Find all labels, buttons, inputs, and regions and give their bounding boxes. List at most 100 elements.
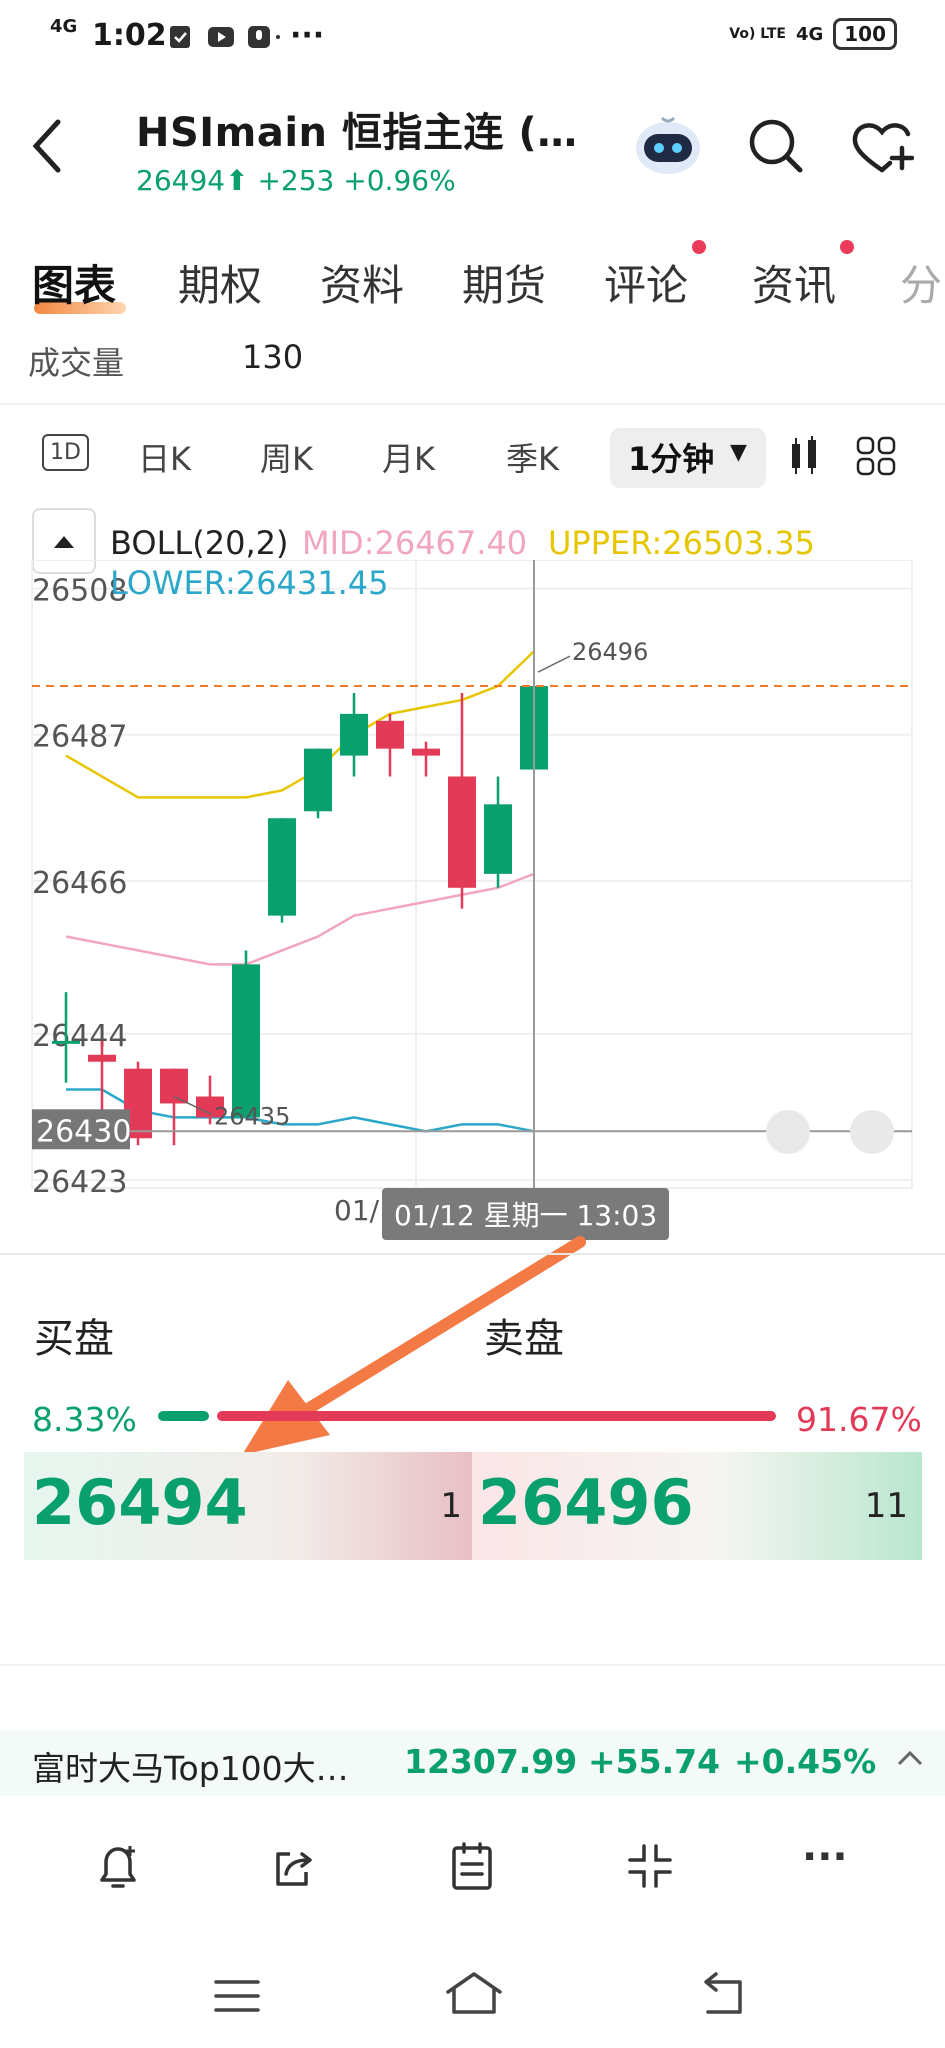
tab-chart[interactable]: 图表 [32, 252, 116, 313]
volume-label: 成交量 [28, 344, 125, 382]
tab-news[interactable]: 资讯 [752, 252, 836, 313]
high-marker-line [537, 655, 571, 673]
bell-plus-icon [100, 1846, 136, 1888]
low-marker-label: 26435 [214, 1103, 290, 1131]
candlestick-icon [792, 436, 816, 474]
hamburger-icon [214, 1980, 260, 2012]
candle-body [340, 713, 368, 756]
bid-percentage: 8.33% [32, 1400, 137, 1439]
tab-options[interactable]: 期权 [178, 252, 262, 313]
more-icon[interactable]: ··· [802, 1834, 848, 1880]
share-button[interactable] [270, 1842, 320, 1896]
high-marker-label: 26496 [572, 638, 648, 666]
home-nav-button[interactable] [444, 1970, 504, 2020]
ask-row[interactable]: 26496 11 [472, 1452, 922, 1560]
tab-futures[interactable]: 期货 [462, 252, 546, 313]
candle-body [88, 1054, 116, 1062]
search-button[interactable] [746, 116, 806, 180]
y-tick-label: 26423 [32, 1165, 127, 1200]
tab-comments[interactable]: 评论 [604, 252, 688, 313]
y-tick-label: 26487 [32, 720, 127, 755]
period-1min-dropdown[interactable]: 1分钟 [628, 434, 714, 480]
ticker-name: 富时大马Top100大… [32, 1749, 349, 1788]
boll-lower-label: LOWER:26431.45 [110, 564, 388, 602]
period-week[interactable]: 周K [260, 434, 313, 480]
boll-upper: UPPER:26503.35 [548, 524, 815, 562]
bottom-toolbar: ··· [0, 1830, 945, 1920]
bid-row[interactable]: 26494 1 [24, 1452, 472, 1560]
back-nav-button[interactable] [694, 1972, 744, 2020]
bid-quantity: 1 [440, 1486, 462, 1526]
fullscreen-icon[interactable] [766, 1110, 810, 1154]
candle-body [232, 964, 260, 1118]
tab-analysis[interactable]: 分 [900, 252, 942, 313]
notification-icons [168, 22, 288, 60]
share-icon [276, 1852, 312, 1886]
bid-heading: 买盘 [34, 1316, 114, 1362]
heart-plus-icon [852, 123, 915, 173]
candle-body [376, 720, 404, 749]
bid-ratio-bar [158, 1411, 209, 1421]
ask-ratio-bar [217, 1411, 776, 1421]
menu-nav-button[interactable] [212, 1976, 262, 2020]
divider [0, 1253, 945, 1255]
candle-body [52, 1040, 80, 1044]
price-alert-button[interactable] [94, 1840, 144, 1898]
volume-value: 130 [242, 338, 304, 376]
comments-badge [692, 240, 706, 254]
system-nav-bar [0, 1950, 945, 2048]
notes-button[interactable] [448, 1842, 496, 1896]
crosshair-price-label: 26430 [36, 1114, 131, 1149]
signal-icon: 4G [50, 16, 78, 37]
page-title: HSImain 恒指主连 (… [136, 110, 578, 156]
candlestick-chart[interactable]: 2650826487264662644426423264302649626435… [0, 560, 945, 1200]
index-ticker[interactable]: 富时大马Top100大… 12307.99 +55.74 +0.45% [0, 1730, 945, 1796]
collapse-icon [628, 1844, 672, 1888]
period-month[interactable]: 月K [382, 434, 435, 480]
divider [0, 1664, 945, 1666]
network-icon: 4G [795, 23, 824, 45]
ticker-price: 12307.99 [404, 1742, 578, 1781]
home-icon [446, 1972, 502, 2014]
bid-price: 26494 [32, 1466, 248, 1539]
tab-profile[interactable]: 资料 [320, 252, 404, 313]
ask-price: 26496 [478, 1466, 694, 1539]
more-notifications-icon: ··· [290, 18, 325, 53]
candle-body [412, 748, 440, 756]
back-button[interactable] [28, 116, 68, 180]
clipboard-icon [452, 1842, 492, 1890]
candle-style-button[interactable] [788, 434, 820, 482]
boll-mid: MID:26467.40 [302, 524, 528, 562]
robot-assistant-button[interactable] [632, 112, 704, 182]
boll-label: BOLL(20,2) [110, 524, 289, 562]
collapse-button[interactable] [626, 1842, 674, 1894]
ticker-change: +55.74 [588, 1742, 721, 1781]
status-right: Vo) LTE 4G 100 [729, 18, 897, 50]
y-tick-label: 26444 [32, 1019, 127, 1054]
tab-bar: 图表 期权 资料 期货 评论 资讯 分 [0, 240, 945, 322]
reset-chart-icon[interactable] [850, 1110, 894, 1154]
ticker-change-pct: +0.45% [734, 1742, 877, 1781]
search-icon [749, 119, 803, 173]
robot-icon [636, 116, 700, 174]
watchlist-button[interactable] [850, 118, 915, 180]
volte-icon: Vo) LTE [729, 26, 786, 42]
period-day[interactable]: 日K [138, 434, 191, 480]
candle-body [448, 776, 476, 888]
y-tick-label: 26466 [32, 866, 127, 901]
caret-down-icon: ▼ [730, 440, 747, 465]
layout-grid-button[interactable] [856, 436, 896, 480]
period-selector: 1D 日K 周K 月K 季K 1分钟 ▼ [0, 428, 945, 488]
expand-icon[interactable] [896, 1748, 924, 1772]
grid-icon [856, 436, 896, 476]
boll-upper-line [65, 650, 535, 799]
news-badge [840, 240, 854, 254]
period-1d[interactable]: 1D [42, 434, 89, 471]
header-change-pct: +0.96% [343, 164, 456, 197]
divider [0, 403, 945, 405]
arrow-up-icon: ⬆ [225, 164, 249, 197]
period-quarter[interactable]: 季K [506, 434, 559, 480]
candle-body [304, 748, 332, 812]
back-icon [704, 1972, 742, 2014]
status-bar: 4G 1:02 ··· Vo) LTE 4G 100 [0, 0, 945, 72]
